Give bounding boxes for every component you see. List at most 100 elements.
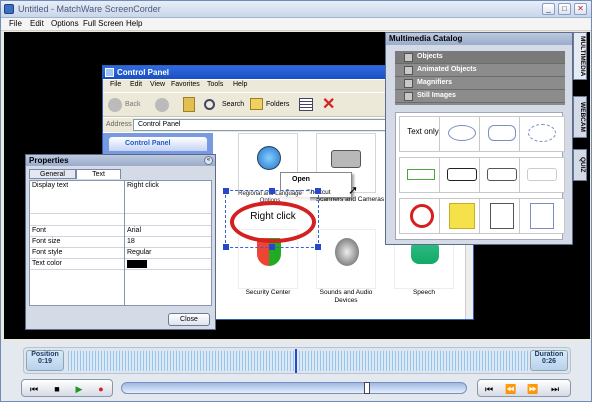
objects-icon bbox=[404, 53, 413, 62]
cloud-bubble-object[interactable] bbox=[519, 116, 565, 152]
seek-slider-thumb[interactable] bbox=[364, 382, 370, 394]
magnifier-icon bbox=[404, 79, 413, 88]
cp-menu-help[interactable]: Help bbox=[233, 81, 247, 88]
position-display: Position 0:19 bbox=[26, 350, 64, 371]
light-callout-object[interactable] bbox=[519, 157, 565, 193]
search-icon[interactable] bbox=[204, 99, 215, 110]
duration-display: Duration 0:26 bbox=[530, 350, 568, 371]
prop-row-font[interactable]: Font Arial bbox=[30, 226, 211, 237]
prop-row-font-style[interactable]: Font style Regular bbox=[30, 248, 211, 259]
multimedia-catalog: Multimedia Catalog Objects Animated Obje… bbox=[385, 32, 573, 245]
context-menu-open[interactable]: Open bbox=[282, 174, 350, 185]
app-window: Untitled - MatchWare ScreenCorder _ □ ✕ … bbox=[0, 0, 592, 402]
resize-handle-bl[interactable] bbox=[223, 244, 229, 250]
animated-objects-icon bbox=[404, 66, 413, 75]
duration-value: 0:26 bbox=[541, 358, 556, 365]
forward-arrow-icon[interactable] bbox=[155, 98, 169, 112]
step-forward-icon[interactable]: ⏩ bbox=[524, 383, 542, 395]
transport-controls: ⏮ ■ ▶ ● bbox=[21, 379, 113, 397]
timeline-playhead[interactable] bbox=[295, 349, 297, 373]
tab-quiz[interactable]: QUIZ bbox=[573, 149, 587, 181]
speech-label: Speech bbox=[412, 289, 436, 296]
window-title: Untitled - MatchWare ScreenCorder bbox=[18, 4, 161, 14]
app-icon bbox=[4, 4, 14, 14]
cp-menu-tools[interactable]: Tools bbox=[207, 81, 223, 88]
menu-bar: File Edit Options Full Screen Help bbox=[1, 18, 591, 31]
note-icon bbox=[490, 203, 514, 229]
menu-file[interactable]: File bbox=[9, 19, 22, 28]
sidebar-control-panel-header[interactable]: Control Panel bbox=[109, 137, 207, 151]
category-magnifiers[interactable]: Magnifiers bbox=[395, 77, 565, 90]
category-still-images[interactable]: Still Images bbox=[395, 90, 565, 103]
search-label[interactable]: Search bbox=[222, 101, 244, 108]
prop-row-font-size[interactable]: Font size 18 bbox=[30, 237, 211, 248]
menu-options[interactable]: Options bbox=[51, 19, 79, 28]
tab-webcam[interactable]: WEBCAM bbox=[573, 96, 587, 138]
views-icon[interactable] bbox=[299, 98, 313, 111]
prop-row-text-color[interactable]: Text color bbox=[30, 259, 211, 270]
cp-menu-edit[interactable]: Edit bbox=[130, 81, 142, 88]
prop-row-display-text[interactable]: Display text Right click bbox=[30, 181, 211, 214]
cp-menu-favorites[interactable]: Favorites bbox=[171, 81, 200, 88]
duration-label: Duration bbox=[534, 351, 564, 358]
back-arrow-icon[interactable] bbox=[108, 98, 122, 112]
maximize-button[interactable]: □ bbox=[558, 3, 571, 15]
up-folder-icon[interactable] bbox=[183, 97, 195, 112]
resize-handle-tl[interactable] bbox=[223, 188, 229, 194]
sticky-note-icon bbox=[449, 203, 475, 229]
red-circle-icon bbox=[410, 204, 434, 228]
prop-key: Font size bbox=[32, 238, 61, 245]
prop-value[interactable]: Regular bbox=[127, 249, 152, 256]
minimize-button[interactable]: _ bbox=[542, 3, 555, 15]
callout-icon bbox=[487, 168, 517, 181]
tab-text[interactable]: Text bbox=[76, 169, 121, 179]
security-center-label: Security Center bbox=[245, 289, 291, 296]
play-icon[interactable]: ▶ bbox=[70, 383, 88, 395]
tab-general[interactable]: General bbox=[29, 169, 76, 179]
pinned-note-object[interactable] bbox=[519, 198, 565, 234]
category-objects[interactable]: Objects bbox=[395, 51, 565, 64]
stop-icon[interactable]: ■ bbox=[48, 383, 66, 395]
go-end-icon[interactable]: ⏭ bbox=[546, 383, 564, 395]
prop-value[interactable]: 18 bbox=[127, 238, 135, 245]
prop-value[interactable]: Right click bbox=[127, 182, 159, 189]
properties-close-button[interactable]: Close bbox=[168, 313, 210, 326]
arrow-box-icon bbox=[407, 169, 435, 180]
menu-help[interactable]: Help bbox=[126, 19, 142, 28]
text-color-swatch[interactable] bbox=[127, 260, 147, 268]
properties-collapse-icon[interactable]: « bbox=[204, 156, 213, 165]
still-images-icon bbox=[404, 92, 413, 101]
folders-icon[interactable] bbox=[250, 98, 263, 110]
menu-edit[interactable]: Edit bbox=[30, 19, 44, 28]
callout-ellipse bbox=[230, 201, 316, 243]
resize-handle-tr[interactable] bbox=[315, 188, 321, 194]
speech-bubble-icon bbox=[448, 125, 476, 141]
callout-selection[interactable]: Regional and Language Options Right clic… bbox=[223, 188, 321, 250]
cp-menu-file[interactable]: File bbox=[110, 81, 121, 88]
tab-multimedia[interactable]: MULTIMEDIA bbox=[573, 32, 587, 80]
delete-icon[interactable]: ✕ bbox=[322, 94, 335, 114]
resize-handle-t[interactable] bbox=[269, 188, 275, 194]
category-animated-objects[interactable]: Animated Objects bbox=[395, 64, 565, 77]
camera-icon bbox=[331, 150, 361, 168]
record-icon[interactable]: ● bbox=[92, 383, 110, 395]
resize-handle-br[interactable] bbox=[315, 244, 321, 250]
menu-full-screen[interactable]: Full Screen bbox=[83, 19, 123, 28]
sounds-item[interactable] bbox=[316, 229, 376, 289]
globe-icon bbox=[257, 146, 281, 170]
go-start-icon[interactable]: ⏮ bbox=[480, 383, 498, 395]
close-button[interactable]: ✕ bbox=[574, 3, 587, 15]
mouse-cursor-icon: ➚ bbox=[348, 183, 359, 197]
timeline-waveform[interactable] bbox=[68, 351, 528, 371]
rewind-icon[interactable]: ⏮ bbox=[25, 383, 43, 395]
cp-menu-view[interactable]: View bbox=[150, 81, 165, 88]
folders-label[interactable]: Folders bbox=[266, 101, 289, 108]
seek-slider[interactable] bbox=[121, 382, 467, 394]
category-label: Animated Objects bbox=[417, 66, 477, 73]
prop-value[interactable]: Arial bbox=[127, 227, 141, 234]
navigation-controls: ⏮ ⏪ ⏩ ⏭ bbox=[477, 379, 571, 397]
resize-handle-b[interactable] bbox=[269, 244, 275, 250]
step-back-icon[interactable]: ⏪ bbox=[502, 383, 520, 395]
timeline-area: Position 0:19 Duration 0:26 ⏮ ■ ▶ ● ⏮ ⏪ … bbox=[1, 341, 591, 401]
text-only-label: Text only bbox=[407, 127, 439, 136]
